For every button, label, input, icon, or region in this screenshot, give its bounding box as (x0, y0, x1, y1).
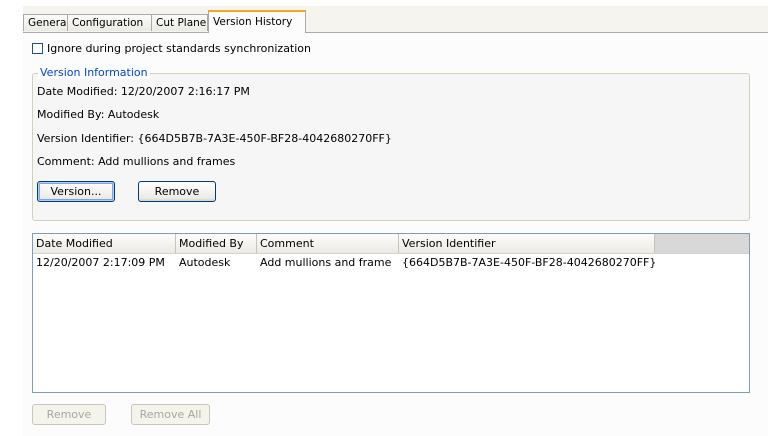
tab-cut-plane[interactable]: Cut Plane (151, 14, 208, 31)
tab-general[interactable]: General (23, 14, 70, 31)
remove-all-button[interactable]: Remove All (131, 404, 210, 425)
tab-cut-plane-label: Cut Plane (156, 17, 207, 29)
column-header-comment[interactable]: Comment (257, 234, 399, 253)
remove-history-button[interactable]: Remove (32, 404, 106, 425)
cell-date-modified: 12/20/2007 2:17:09 PM (36, 256, 165, 269)
tab-version-history-label: Version History (213, 16, 293, 28)
ignore-sync-label: Ignore during project standards synchron… (47, 41, 312, 55)
date-modified-text: Date Modified: 12/20/2007 2:16:17 PM (37, 85, 250, 98)
cell-comment: Add mullions and frames (260, 256, 391, 269)
version-button[interactable]: Version... (37, 181, 115, 202)
column-header-modified-by[interactable]: Modified By (176, 234, 257, 253)
cell-version-identifier: {664D5B7B-7A3E-450F-BF28-4042680270FF} (402, 256, 655, 269)
ignore-sync-row[interactable]: Ignore during project standards synchron… (32, 41, 311, 55)
version-history-panel: Ignore during project standards synchron… (23, 32, 768, 436)
remove-version-button[interactable]: Remove (138, 181, 216, 202)
tab-configuration[interactable]: Configuration (67, 14, 152, 31)
comment-text: Comment: Add mullions and frames (37, 155, 236, 168)
version-history-dialog: General Configuration Cut Plane Version … (23, 6, 768, 436)
list-header: Date Modified Modified By Comment Versio… (33, 234, 749, 254)
modified-by-text: Modified By: Autodesk (37, 108, 160, 121)
table-row[interactable]: 12/20/2007 2:17:09 PM Autodesk Add mulli… (33, 254, 749, 272)
ignore-sync-checkbox[interactable] (32, 42, 43, 54)
tab-version-history[interactable]: Version History (208, 10, 306, 33)
column-header-version-identifier[interactable]: Version Identifier (399, 234, 655, 253)
column-header-date-modified[interactable]: Date Modified (33, 234, 176, 253)
version-history-list[interactable]: Date Modified Modified By Comment Versio… (32, 233, 750, 393)
cell-modified-by: Autodesk (179, 256, 231, 269)
version-information-group: Version Information Date Modified: 12/20… (32, 66, 750, 221)
tab-strip: General Configuration Cut Plane Version … (23, 10, 768, 33)
version-information-legend: Version Information (38, 66, 150, 79)
tab-configuration-label: Configuration (72, 17, 144, 29)
tab-general-label: General (28, 17, 70, 29)
version-identifier-text: Version Identifier: {664D5B7B-7A3E-450F-… (37, 132, 392, 145)
